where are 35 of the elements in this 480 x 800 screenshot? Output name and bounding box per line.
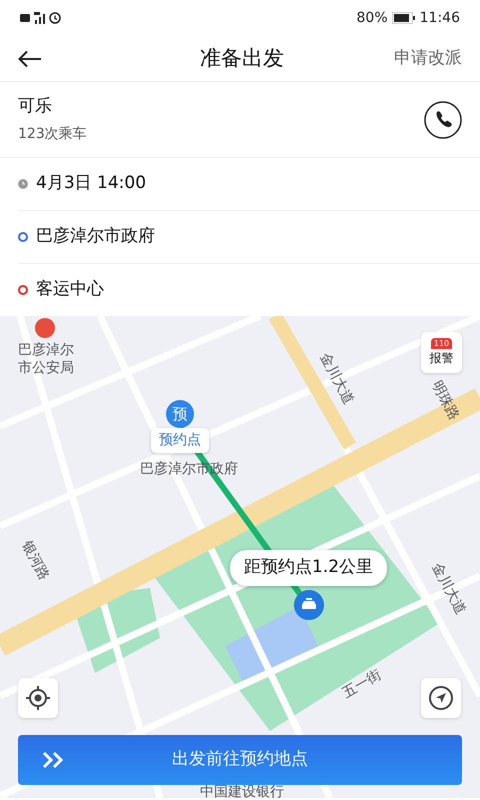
police-station-pin-icon	[35, 318, 55, 338]
map-label: 金川大道	[428, 560, 469, 618]
alarm-button[interactable]: 110 报警	[421, 332, 462, 373]
map-label: 明珠路	[428, 378, 462, 423]
passenger-name: 可乐	[18, 95, 53, 118]
trip-address: 客运中心	[36, 278, 104, 302]
battery-icon	[392, 12, 416, 24]
reassign-link[interactable]: 申请改派	[394, 46, 462, 72]
back-arrow-icon[interactable]	[18, 50, 42, 68]
origin-dot-icon	[18, 232, 28, 242]
depart-button[interactable]: 出发前往预约地点	[18, 735, 462, 785]
alarm-clock-icon	[49, 12, 61, 24]
page-title: 准备出发	[200, 44, 284, 72]
phone-call-icon[interactable]	[424, 100, 462, 138]
ride-count: 123次乘车	[18, 124, 87, 144]
map-label: 金川大道	[316, 350, 357, 408]
distance-bubble: 距预约点1.2公里	[230, 550, 388, 586]
trip-address: 巴彦淖尔市政府	[36, 225, 155, 248]
pickup-label: 预约点	[151, 428, 209, 453]
map-label: 五一街	[340, 666, 384, 702]
locate-button[interactable]	[18, 678, 58, 718]
double-chevron-icon	[42, 751, 66, 769]
clock-icon	[18, 179, 28, 189]
hd-icon	[20, 14, 30, 22]
signal-icon	[34, 12, 45, 24]
crosshair-icon	[25, 685, 51, 711]
map-label: 巴彦淖尔	[18, 342, 74, 358]
destination-dot-icon	[18, 285, 28, 295]
map-label: 中国建设银行	[200, 784, 284, 798]
map-label: 市公安局	[18, 360, 74, 376]
map-label: 银河路	[18, 538, 52, 583]
navigate-button[interactable]	[421, 678, 461, 718]
clock-time: 11:46	[420, 8, 460, 28]
trip-time: 4月3日 14:00	[36, 172, 146, 196]
battery-percent: 80%	[356, 8, 388, 28]
